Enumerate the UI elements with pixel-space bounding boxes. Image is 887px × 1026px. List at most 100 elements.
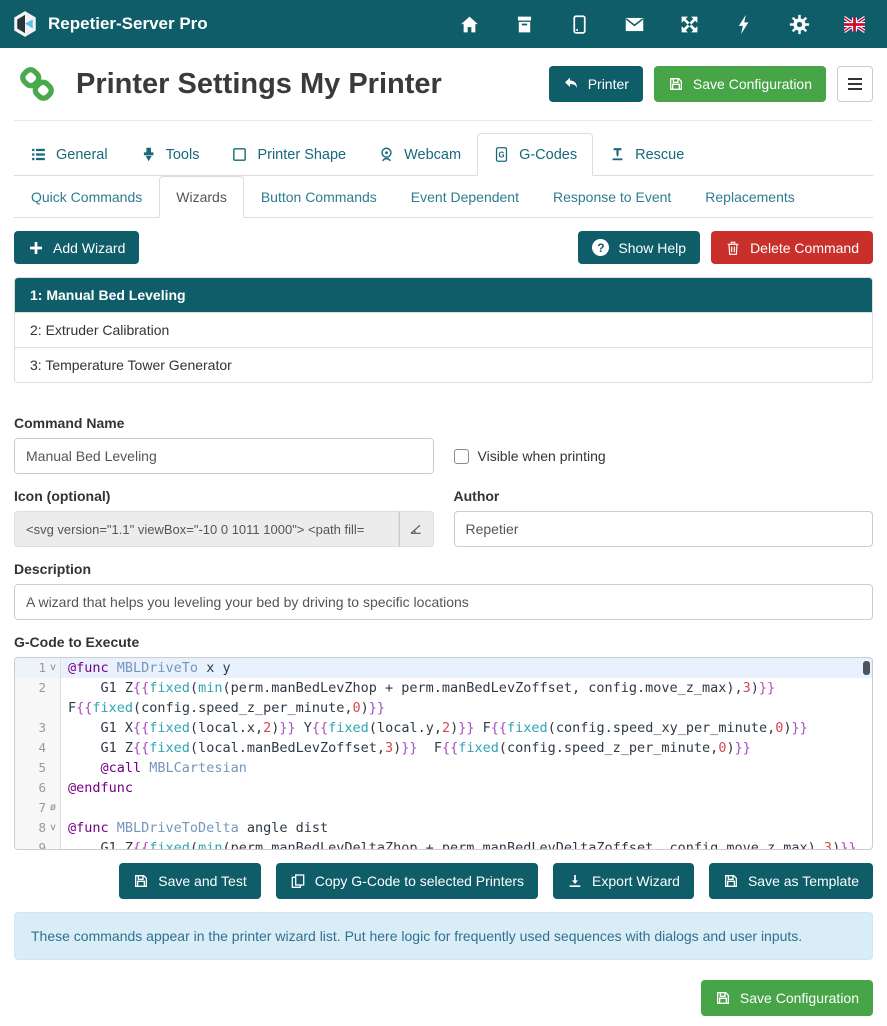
expand-icon[interactable]: [679, 14, 700, 35]
code-text[interactable]: @endfunc: [61, 778, 872, 798]
code-line[interactable]: 8v@func MBLDriveToDelta angle dist: [15, 818, 872, 838]
footer-save-configuration-button[interactable]: Save Configuration: [701, 980, 873, 1016]
svg-text:G: G: [499, 151, 505, 160]
brand-label: Repetier-Server Pro: [48, 14, 208, 34]
subtab-wizards[interactable]: Wizards: [159, 176, 244, 218]
language-flag-icon[interactable]: [844, 14, 865, 35]
show-help-button[interactable]: ? Show Help: [578, 231, 700, 264]
icon-edit-button[interactable]: [399, 511, 434, 547]
subtab-quick-commands[interactable]: Quick Commands: [14, 176, 159, 218]
subtab-event-dependent[interactable]: Event Dependent: [394, 176, 536, 218]
tab-printer-shape[interactable]: Printer Shape: [215, 133, 362, 176]
visible-when-printing-checkbox[interactable]: [454, 449, 469, 464]
code-line[interactable]: 6@endfunc: [15, 778, 872, 798]
menu-button[interactable]: [837, 66, 873, 102]
tab-label: Tools: [166, 147, 200, 163]
subtab-button-commands[interactable]: Button Commands: [244, 176, 394, 218]
action-icon: [567, 873, 583, 889]
code-line[interactable]: 7ø: [15, 798, 872, 818]
subtab-response-to-event[interactable]: Response to Event: [536, 176, 688, 218]
code-text[interactable]: @func MBLDriveTo x y: [61, 658, 872, 678]
description-input[interactable]: A wizard that helps you leveling your be…: [14, 584, 873, 620]
action-icon: [290, 873, 306, 889]
action-icon: [133, 873, 149, 889]
messages-icon[interactable]: [624, 14, 645, 35]
tab-g-codes[interactable]: G G-Codes: [477, 133, 593, 176]
gcode-editor[interactable]: 1v@func MBLDriveTo x y2 G1 Z{{fixed(min(…: [14, 657, 873, 850]
code-text[interactable]: @call MBLCartesian: [61, 758, 872, 778]
code-line[interactable]: 1v@func MBLDriveTo x y: [15, 658, 872, 678]
tab-webcam[interactable]: Webcam: [362, 133, 477, 176]
brand[interactable]: Repetier-Server Pro: [12, 10, 208, 38]
fold-gutter: [46, 758, 61, 778]
icon-label: Icon (optional): [14, 488, 434, 504]
code-line[interactable]: 3 G1 X{{fixed(local.x,2)}} Y{{fixed(loca…: [15, 718, 872, 738]
save-and-test-button[interactable]: Save and Test: [119, 863, 260, 899]
printer-button[interactable]: Printer: [549, 66, 643, 102]
subtab-label: Quick Commands: [31, 189, 142, 205]
code-text[interactable]: G1 Z{{fixed(min(perm.manBedLevDeltaZhop …: [61, 838, 872, 850]
wizard-item-temperature-tower-generator[interactable]: 3: Temperature Tower Generator: [15, 348, 872, 382]
copy-gcode-button[interactable]: Copy G-Code to selected Printers: [276, 863, 538, 899]
fold-gutter: [46, 738, 61, 758]
tab-general[interactable]: General: [14, 133, 124, 176]
export-wizard-button[interactable]: Export Wizard: [553, 863, 694, 899]
top-navbar: Repetier-Server Pro: [0, 0, 887, 48]
wizard-item-extruder-calibration[interactable]: 2: Extruder Calibration: [15, 313, 872, 348]
tablet-icon[interactable]: [569, 14, 590, 35]
subtab-replacements[interactable]: Replacements: [688, 176, 812, 218]
global-settings-icon[interactable]: [789, 14, 810, 35]
save-icon: [668, 76, 684, 92]
command-name-input[interactable]: Manual Bed Leveling: [14, 438, 434, 474]
angle-icon: [408, 521, 424, 537]
fold-arrow-icon[interactable]: v: [46, 658, 61, 678]
wizard-item-label: 3: Temperature Tower Generator: [30, 357, 232, 373]
code-text[interactable]: @func MBLDriveToDelta angle dist: [61, 818, 872, 838]
back-arrow-icon: [563, 76, 579, 92]
author-input[interactable]: Repetier: [454, 511, 874, 547]
action-label: Export Wizard: [592, 873, 680, 889]
wizard-item-label: 2: Extruder Calibration: [30, 322, 169, 338]
navbar-icons: [459, 14, 875, 35]
tab-tools[interactable]: Tools: [124, 133, 216, 176]
icon-input[interactable]: <svg version="1.1" viewBox="-10 0 1011 1…: [14, 511, 399, 547]
code-text[interactable]: [61, 798, 872, 818]
wizard-toolbar: Add Wizard ? Show Help Delete Command: [14, 231, 873, 264]
wizard-item-manual-bed-leveling[interactable]: 1: Manual Bed Leveling: [15, 278, 872, 313]
editor-scrollbar-thumb[interactable]: [863, 661, 870, 675]
delete-command-button[interactable]: Delete Command: [711, 231, 873, 264]
fold-gutter: [46, 678, 61, 718]
fold-gutter: [46, 718, 61, 738]
wizard-actions: Save and Test Copy G-Code to selected Pr…: [14, 863, 873, 899]
line-number: 3: [15, 718, 46, 738]
add-wizard-button[interactable]: Add Wizard: [14, 231, 139, 264]
subtab-label: Response to Event: [553, 189, 671, 205]
action-label: Save and Test: [158, 873, 246, 889]
code-text[interactable]: G1 Z{{fixed(min(perm.manBedLevZhop + per…: [61, 678, 872, 718]
line-number: 5: [15, 758, 46, 778]
home-icon[interactable]: [459, 14, 480, 35]
save-configuration-button[interactable]: Save Configuration: [654, 66, 826, 102]
tab-rescue[interactable]: Rescue: [593, 133, 700, 176]
code-line[interactable]: 5 @call MBLCartesian: [15, 758, 872, 778]
power-icon[interactable]: [734, 14, 755, 35]
code-line[interactable]: 4 G1 Z{{fixed(local.manBedLevZoffset,3)}…: [15, 738, 872, 758]
tab-label: Rescue: [635, 147, 684, 163]
description-label: Description: [14, 561, 873, 577]
code-line[interactable]: 2 G1 Z{{fixed(min(perm.manBedLevZhop + p…: [15, 678, 872, 718]
line-number: 9: [15, 838, 46, 850]
hamburger-icon: [848, 78, 862, 90]
tab-label: Printer Shape: [257, 147, 346, 163]
action-icon: [723, 873, 739, 889]
chain-link-icon: [14, 61, 60, 107]
code-text[interactable]: G1 Z{{fixed(local.manBedLevZoffset,3)}} …: [61, 738, 872, 758]
code-line[interactable]: 9 G1 Z{{fixed(min(perm.manBedLevDeltaZho…: [15, 838, 872, 850]
code-text[interactable]: G1 X{{fixed(local.x,2)}} Y{{fixed(local.…: [61, 718, 872, 738]
tab-label: General: [56, 147, 108, 163]
trash-icon: [725, 240, 741, 256]
fold-gutter: [46, 838, 61, 850]
app-logo-icon: [12, 10, 38, 38]
printer-icon[interactable]: [514, 14, 535, 35]
fold-arrow-icon[interactable]: v: [46, 818, 61, 838]
save-as-template-button[interactable]: Save as Template: [709, 863, 873, 899]
